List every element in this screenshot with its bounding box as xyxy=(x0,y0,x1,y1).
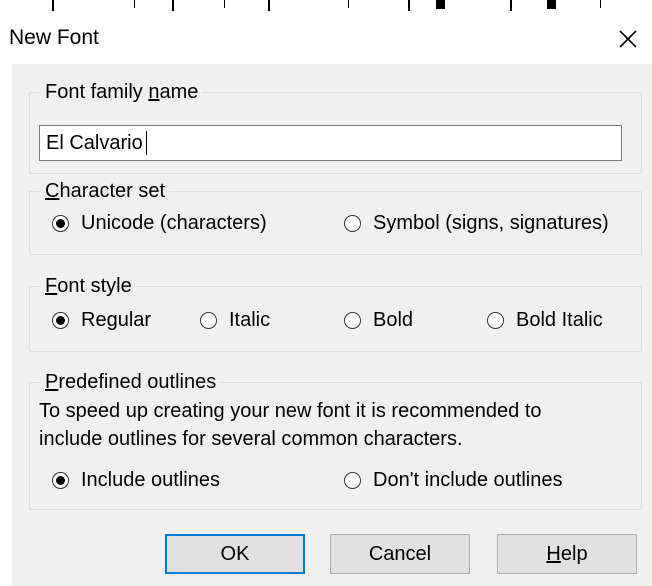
legend-text: haracter set xyxy=(59,180,166,202)
radio-label: Regular xyxy=(81,309,152,331)
radio-label: Bold xyxy=(373,309,414,331)
legend-accelerator: F xyxy=(45,275,58,297)
help-text: elp xyxy=(560,542,588,565)
ruler-tick xyxy=(510,0,512,11)
legend-text: ont style xyxy=(57,275,132,297)
legend-accelerator: P xyxy=(45,371,59,393)
character-set-legend: Character set xyxy=(41,179,170,203)
radio-label: Include outlines xyxy=(81,469,220,491)
help-label: Help xyxy=(546,543,587,566)
ok-button[interactable]: OK xyxy=(165,534,305,574)
radio-regular[interactable]: Regular xyxy=(52,309,151,332)
radio-bold[interactable]: Bold xyxy=(344,309,413,332)
radio-unselected-icon xyxy=(487,312,504,329)
font-family-input[interactable]: El Calvario xyxy=(39,125,622,161)
help-accelerator: H xyxy=(546,542,561,565)
dialog-titlebar: New Font xyxy=(0,14,652,64)
ruler-strip xyxy=(0,0,652,14)
legend-accelerator: C xyxy=(45,180,60,202)
ruler-tick xyxy=(134,0,135,8)
outlines-group: Predefined outlines To speed up creating… xyxy=(29,370,642,510)
help-button[interactable]: Help xyxy=(497,534,637,574)
radio-label: Unicode (characters) xyxy=(81,212,267,234)
text-caret xyxy=(145,131,147,155)
legend-text: redefined outlines xyxy=(58,371,217,393)
radio-include-outlines[interactable]: Include outlines xyxy=(52,469,220,492)
radio-unselected-icon xyxy=(200,312,217,329)
radio-bold-italic[interactable]: Bold Italic xyxy=(487,309,603,332)
legend-accelerator: n xyxy=(148,81,160,103)
cancel-label: Cancel xyxy=(368,542,432,565)
dialog-body: Font family name El Calvario Character s… xyxy=(12,64,652,586)
radio-dont-include-outlines[interactable]: Don't include outlines xyxy=(344,469,563,492)
ruler-tick xyxy=(408,0,410,11)
cancel-button[interactable]: Cancel xyxy=(330,534,470,574)
outlines-description: To speed up creating your new font it is… xyxy=(39,400,542,422)
close-button[interactable] xyxy=(604,14,652,64)
ruler-tick xyxy=(268,0,270,11)
ruler-marker xyxy=(547,0,556,9)
character-set-group: Character set Unicode (characters) Symbo… xyxy=(29,179,642,255)
legend-text: ame xyxy=(159,81,199,103)
font-family-legend: Font family name xyxy=(41,80,203,104)
ruler-tick xyxy=(600,0,601,8)
radio-label: Bold Italic xyxy=(516,309,603,331)
radio-label: Symbol (signs, signatures) xyxy=(373,212,609,234)
radio-selected-icon xyxy=(52,215,69,232)
outlines-legend: Predefined outlines xyxy=(41,370,221,394)
radio-label: Don't include outlines xyxy=(373,469,563,491)
ruler-marker xyxy=(436,0,445,9)
radio-selected-icon xyxy=(52,472,69,489)
radio-unicode[interactable]: Unicode (characters) xyxy=(52,212,267,235)
outlines-description: include outlines for several common char… xyxy=(39,428,463,450)
ok-label: OK xyxy=(220,542,250,565)
radio-unselected-icon xyxy=(344,472,361,489)
legend-text: Font family xyxy=(45,81,149,103)
page: New Font Font family name El Calvario Ch… xyxy=(0,0,652,586)
font-family-group: Font family name El Calvario xyxy=(29,80,642,174)
close-icon xyxy=(619,30,637,48)
ruler-tick xyxy=(224,0,225,8)
dialog-title: New Font xyxy=(9,26,99,49)
radio-italic[interactable]: Italic xyxy=(200,309,270,332)
radio-unselected-icon xyxy=(344,215,361,232)
font-family-value: El Calvario xyxy=(46,131,143,154)
ruler-tick xyxy=(172,0,174,11)
radio-symbol[interactable]: Symbol (signs, signatures) xyxy=(344,212,609,235)
font-style-group: Font style Regular Italic Bold Bold Ital… xyxy=(29,274,642,352)
radio-unselected-icon xyxy=(344,312,361,329)
radio-label: Italic xyxy=(229,309,271,331)
ruler-tick xyxy=(52,0,54,11)
radio-selected-icon xyxy=(52,312,69,329)
font-style-legend: Font style xyxy=(41,274,136,298)
ruler-tick xyxy=(348,0,349,8)
